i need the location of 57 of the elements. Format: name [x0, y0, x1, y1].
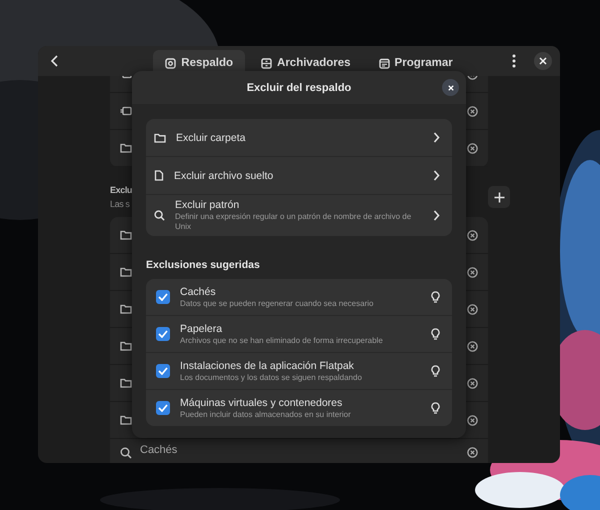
checkbox[interactable] [156, 290, 170, 304]
action-description: Definir una expresión regular o un patrón de nombre de archivo de Unix [175, 212, 412, 232]
check-icon [158, 404, 168, 412]
suggestion-title: Instalaciones de la aplicación Flatpak [180, 360, 355, 372]
section-title: Exclusiones sugeridas [146, 259, 261, 271]
folder-icon [120, 143, 132, 153]
check-icon [158, 293, 168, 301]
folder-icon [120, 304, 132, 314]
section-subtitle: Las s [110, 199, 131, 209]
check-icon [158, 330, 168, 338]
lightbulb-icon [431, 328, 440, 340]
menu-icon [512, 54, 516, 68]
checkbox[interactable] [156, 401, 170, 415]
checkbox[interactable] [156, 327, 170, 341]
file-icon [154, 170, 164, 181]
calendar-icon [378, 58, 390, 68]
check-icon [158, 367, 168, 375]
search-icon [154, 210, 165, 221]
suggestion-description: Los documentos y los datos se siguen respaldando [180, 372, 363, 382]
folder-icon [120, 267, 132, 277]
action-title: Excluir patrón [175, 199, 240, 211]
search-icon [120, 447, 132, 459]
add-button[interactable] [488, 186, 510, 208]
lightbulb-icon [431, 290, 440, 304]
back-icon [50, 55, 60, 67]
action-row[interactable]: Excluir carpeta [146, 119, 452, 157]
close-button[interactable] [442, 79, 459, 96]
lightbulb-icon [431, 402, 440, 414]
chevron-icon [433, 210, 440, 221]
action-row[interactable]: Excluir patrón Definir una expresión regular o un patrón de nombre de archivo de Unix [146, 195, 452, 236]
suggestion-title: Máquinas virtuales y contenedores [180, 396, 344, 408]
section-title: Exclu [110, 185, 132, 195]
suggestion-description: Pueden incluir datos almacenados en su interior [180, 410, 352, 420]
disc-icon [165, 58, 176, 68]
checkbox[interactable] [156, 364, 170, 378]
close-icon [448, 84, 454, 90]
folder-icon [120, 341, 132, 351]
suggestion-title: Papelera [180, 322, 224, 334]
folder-icon [154, 132, 166, 142]
lightbulb-icon [431, 364, 440, 378]
close-button[interactable] [534, 52, 552, 70]
folder-icon [120, 415, 132, 425]
chevron-icon [433, 170, 440, 181]
chevron-icon [433, 132, 440, 143]
action-title: Excluir carpeta [176, 132, 246, 144]
action-row[interactable]: Excluir archivo suelto [146, 157, 452, 195]
folder-icon [120, 230, 132, 240]
action-title: Excluir archivo suelto [174, 170, 274, 182]
dialog-title: Excluir del respaldo [246, 82, 352, 94]
plus-icon [494, 192, 504, 202]
folder-icon [120, 378, 132, 388]
suggestion-description: Datos que se pueden regenerar cuando sea necesario [180, 298, 374, 308]
archive-icon [261, 58, 272, 68]
suggestion-title: Cachés [180, 286, 217, 298]
suggestion-description: Archivos que no se han eliminado de forma irrecuperable [180, 336, 384, 346]
close-icon [539, 57, 547, 65]
row-title: Cachés [140, 444, 178, 456]
